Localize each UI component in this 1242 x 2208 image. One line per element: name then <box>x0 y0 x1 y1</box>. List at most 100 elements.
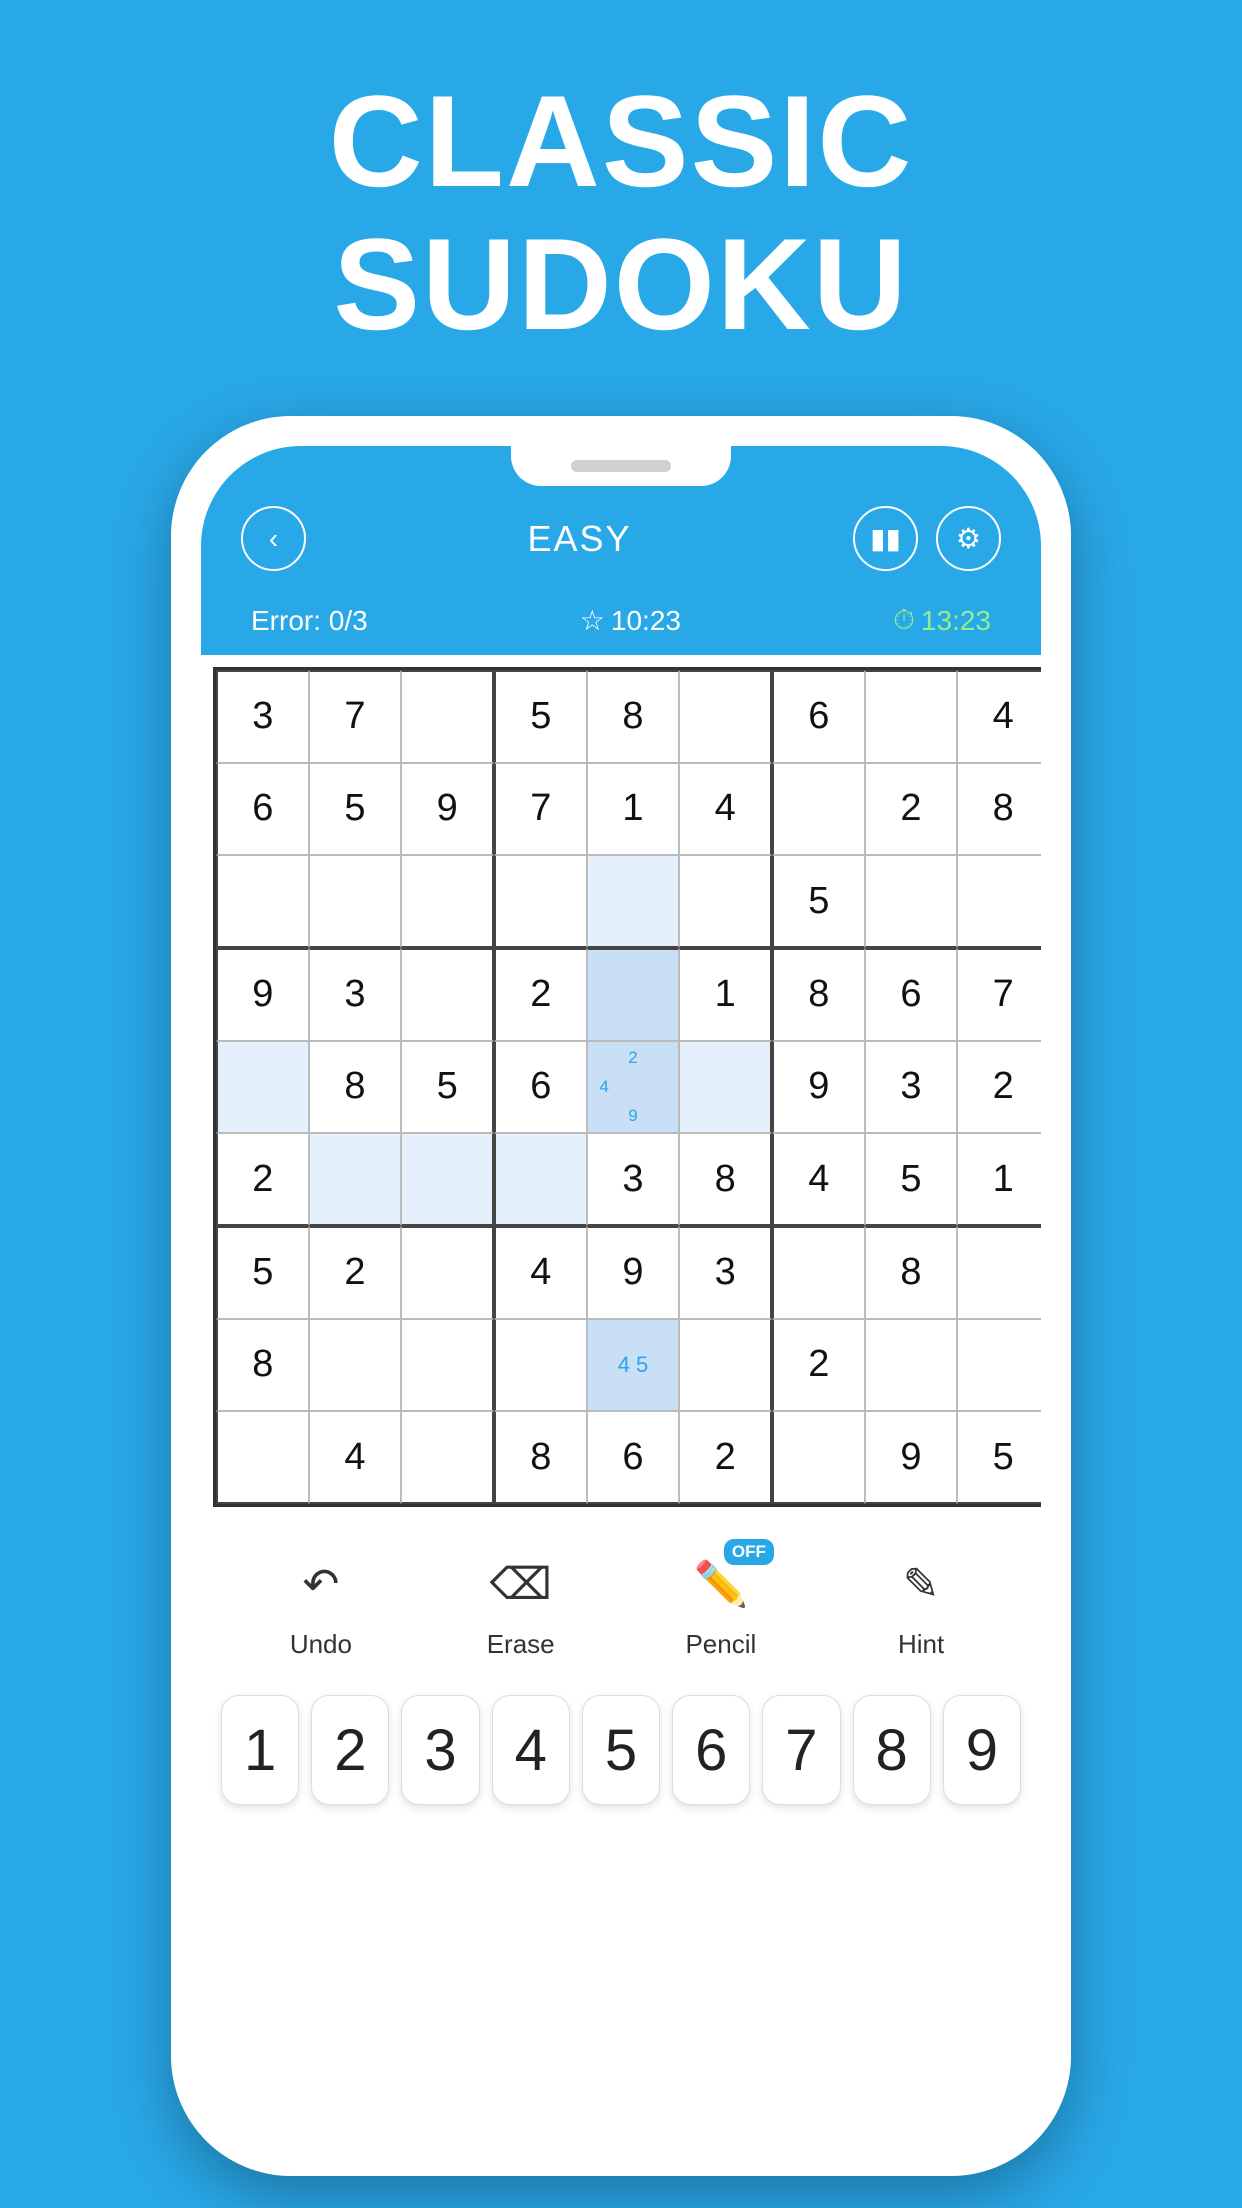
cell-4-5[interactable] <box>679 1041 772 1134</box>
cell-6-6[interactable] <box>772 1226 865 1319</box>
cell-1-2[interactable]: 9 <box>401 763 494 856</box>
cell-4-0[interactable] <box>216 1041 309 1134</box>
cell-2-8[interactable] <box>957 855 1041 948</box>
erase-button[interactable]: ⌫ Erase <box>486 1549 556 1660</box>
cell-2-2[interactable] <box>401 855 494 948</box>
cell-4-1[interactable]: 8 <box>309 1041 402 1134</box>
numpad-digit-9[interactable]: 9 <box>943 1695 1021 1805</box>
pause-button[interactable]: ▮▮ <box>853 506 918 571</box>
cell-1-1[interactable]: 5 <box>309 763 402 856</box>
back-button[interactable]: ‹ <box>241 506 306 571</box>
cell-2-4[interactable] <box>587 855 680 948</box>
cell-3-7[interactable]: 6 <box>865 948 958 1041</box>
app-title: CLASSIC SUDOKU <box>329 70 914 356</box>
numpad-digit-4[interactable]: 4 <box>492 1695 570 1805</box>
cell-6-8[interactable] <box>957 1226 1041 1319</box>
cell-3-6[interactable]: 8 <box>772 948 865 1041</box>
cell-5-3[interactable] <box>494 1133 587 1226</box>
cell-0-5[interactable] <box>679 670 772 763</box>
current-time-value: 13:23 <box>921 605 991 637</box>
cell-1-4[interactable]: 1 <box>587 763 680 856</box>
cell-2-1[interactable] <box>309 855 402 948</box>
numpad-digit-2[interactable]: 2 <box>311 1695 389 1805</box>
cell-5-0[interactable]: 2 <box>216 1133 309 1226</box>
cell-6-3[interactable]: 4 <box>494 1226 587 1319</box>
numpad-digit-3[interactable]: 3 <box>401 1695 479 1805</box>
numpad-digit-1[interactable]: 1 <box>221 1695 299 1805</box>
cell-0-2[interactable] <box>401 670 494 763</box>
cell-7-1[interactable] <box>309 1319 402 1412</box>
undo-button[interactable]: ↶ Undo <box>286 1549 356 1660</box>
cell-6-1[interactable]: 2 <box>309 1226 402 1319</box>
cell-2-6[interactable]: 5 <box>772 855 865 948</box>
cell-5-1[interactable] <box>309 1133 402 1226</box>
hint-button[interactable]: ✎ Hint <box>886 1549 956 1660</box>
numpad-digit-8[interactable]: 8 <box>853 1695 931 1805</box>
cell-6-4[interactable]: 9 <box>587 1226 680 1319</box>
cell-8-7[interactable]: 9 <box>865 1411 958 1504</box>
cell-7-7[interactable] <box>865 1319 958 1412</box>
cell-3-2[interactable] <box>401 948 494 1041</box>
cell-5-5[interactable]: 8 <box>679 1133 772 1226</box>
cell-3-8[interactable]: 7 <box>957 948 1041 1041</box>
cell-8-1[interactable]: 4 <box>309 1411 402 1504</box>
cell-5-6[interactable]: 4 <box>772 1133 865 1226</box>
cell-1-7[interactable]: 2 <box>865 763 958 856</box>
cell-5-8[interactable]: 1 <box>957 1133 1041 1226</box>
numpad-digit-7[interactable]: 7 <box>762 1695 840 1805</box>
cell-7-6[interactable]: 2 <box>772 1319 865 1412</box>
numpad-digit-6[interactable]: 6 <box>672 1695 750 1805</box>
cell-4-3[interactable]: 6 <box>494 1041 587 1134</box>
cell-4-8[interactable]: 2 <box>957 1041 1041 1134</box>
cell-0-7[interactable] <box>865 670 958 763</box>
pencil-button[interactable]: ✏️ OFF Pencil <box>685 1549 756 1660</box>
cell-7-8[interactable] <box>957 1319 1041 1412</box>
cell-1-5[interactable]: 4 <box>679 763 772 856</box>
cell-6-5[interactable]: 3 <box>679 1226 772 1319</box>
cell-3-0[interactable]: 9 <box>216 948 309 1041</box>
cell-8-6[interactable] <box>772 1411 865 1504</box>
cell-8-4[interactable]: 6 <box>587 1411 680 1504</box>
cell-8-3[interactable]: 8 <box>494 1411 587 1504</box>
cell-6-2[interactable] <box>401 1226 494 1319</box>
cell-2-7[interactable] <box>865 855 958 948</box>
cell-7-3[interactable] <box>494 1319 587 1412</box>
cell-0-0[interactable]: 3 <box>216 670 309 763</box>
cell-1-3[interactable]: 7 <box>494 763 587 856</box>
cell-1-6[interactable] <box>772 763 865 856</box>
cell-5-4[interactable]: 3 <box>587 1133 680 1226</box>
cell-5-2[interactable] <box>401 1133 494 1226</box>
cell-7-2[interactable] <box>401 1319 494 1412</box>
cell-8-5[interactable]: 2 <box>679 1411 772 1504</box>
cell-6-0[interactable]: 5 <box>216 1226 309 1319</box>
cell-2-3[interactable] <box>494 855 587 948</box>
cell-0-6[interactable]: 6 <box>772 670 865 763</box>
cell-3-1[interactable]: 3 <box>309 948 402 1041</box>
cell-5-7[interactable]: 5 <box>865 1133 958 1226</box>
cell-7-5[interactable] <box>679 1319 772 1412</box>
cell-0-3[interactable]: 5 <box>494 670 587 763</box>
cell-0-8[interactable]: 4 <box>957 670 1041 763</box>
cell-7-4[interactable]: 4 5 <box>587 1319 680 1412</box>
cell-0-1[interactable]: 7 <box>309 670 402 763</box>
cell-8-2[interactable] <box>401 1411 494 1504</box>
cell-7-0[interactable]: 8 <box>216 1319 309 1412</box>
cell-8-0[interactable] <box>216 1411 309 1504</box>
cell-1-0[interactable]: 6 <box>216 763 309 856</box>
cell-3-3[interactable]: 2 <box>494 948 587 1041</box>
cell-2-0[interactable] <box>216 855 309 948</box>
cell-4-7[interactable]: 3 <box>865 1041 958 1134</box>
cell-4-2[interactable]: 5 <box>401 1041 494 1134</box>
cell-3-5[interactable]: 1 <box>679 948 772 1041</box>
numpad-digit-5[interactable]: 5 <box>582 1695 660 1805</box>
settings-button[interactable]: ⚙ <box>936 506 1001 571</box>
cell-1-8[interactable]: 8 <box>957 763 1041 856</box>
cell-2-5[interactable] <box>679 855 772 948</box>
cell-3-4[interactable] <box>587 948 680 1041</box>
cell-6-7[interactable]: 8 <box>865 1226 958 1319</box>
cell-4-4[interactable]: 249 <box>587 1041 680 1134</box>
cell-8-8[interactable]: 5 <box>957 1411 1041 1504</box>
cell-0-4[interactable]: 8 <box>587 670 680 763</box>
sudoku-grid[interactable]: 3758646597142859321867856249932238451524… <box>213 667 1041 1507</box>
cell-4-6[interactable]: 9 <box>772 1041 865 1134</box>
